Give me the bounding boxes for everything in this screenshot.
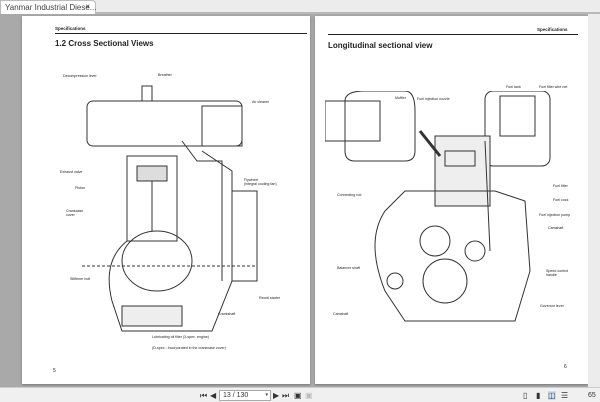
continuous-view-icon[interactable]: ▮ xyxy=(536,391,540,400)
document-viewer[interactable]: Specifications 1.2 Cross Sectional Views… xyxy=(0,14,600,387)
label-fuel-injection-pump: Fuel injection pump xyxy=(539,213,571,217)
navigation-toolbar: ⏮ ◀ 13 / 130 ▾ ▶ ⏭ ▣ ▣ ▯ ▮ ◫ ☰ 65 xyxy=(0,387,600,402)
header-rule xyxy=(328,34,578,35)
single-page-view-icon[interactable]: ▯ xyxy=(523,391,527,400)
page-number-input[interactable]: 13 / 130 ▾ xyxy=(219,390,271,401)
page-number-value: 13 / 130 xyxy=(223,392,249,399)
header-rule xyxy=(55,33,307,34)
label-connecting-rod: Connecting rod xyxy=(337,193,362,197)
two-page-view-icon[interactable]: ◫ xyxy=(548,391,556,400)
label-balancer-shaft: Balancer shaft xyxy=(337,266,360,270)
copy-icon[interactable]: ▣ xyxy=(294,391,302,400)
scroll-view-icon[interactable]: ☰ xyxy=(561,391,568,400)
label-muffler: Muffler xyxy=(395,96,406,100)
label-recoil-starter: Recoil starter xyxy=(259,296,281,300)
label-flywheel: Flywheel (integral cooling fan) xyxy=(244,178,277,186)
chevron-down-icon[interactable]: ▾ xyxy=(265,392,268,398)
page-title: 1.2 Cross Sectional Views xyxy=(55,39,154,48)
first-page-button[interactable]: ⏮ xyxy=(200,391,207,400)
zoom-level[interactable]: 65 xyxy=(588,391,596,400)
label-stiffener-bolt: Stiffener bolt xyxy=(70,277,91,281)
label-camshaft-bottom: Camshaft xyxy=(333,312,349,316)
vertical-scrollbar[interactable] xyxy=(588,14,600,387)
close-tab-icon[interactable]: × xyxy=(85,2,90,11)
label-camshaft-right: Camshaft xyxy=(548,226,564,230)
cross-section-diagram xyxy=(82,85,258,332)
label-governor-lever: Governor lever xyxy=(540,304,564,308)
longitudinal-section-diagram xyxy=(325,91,551,322)
next-page-button[interactable]: ▶ xyxy=(273,391,279,400)
label-air-cleaner: Air cleaner xyxy=(252,100,270,104)
paste-icon[interactable]: ▣ xyxy=(305,391,313,400)
label-exhaust-valve: Exhaust valve xyxy=(60,170,83,174)
label-breather: Breather xyxy=(158,73,172,77)
label-crankshaft: Crankshaft xyxy=(218,312,236,316)
tab-bar: Yanmar Industrial Diese... × xyxy=(0,0,600,14)
label-fuel-tank: Fuel tank xyxy=(506,85,521,89)
tab-title: Yanmar Industrial Diese... xyxy=(5,3,97,12)
label-speed-control-handle: Speed control handle xyxy=(546,269,569,277)
document-tab[interactable]: Yanmar Industrial Diese... × xyxy=(0,0,96,14)
label-oil-filter: Lubricating oil filter (3-spec. engine) xyxy=(152,335,209,339)
page-5: Specifications 1.2 Cross Sectional Views… xyxy=(22,16,310,384)
label-fuel-injection-nozzle: Fuel injection nozzle xyxy=(417,97,450,101)
label-crankcase-cover: Crankcase cover xyxy=(66,209,84,217)
page-number: 6 xyxy=(564,364,567,370)
previous-page-button[interactable]: ◀ xyxy=(210,391,216,400)
label-d-spec-note: (D-spec.: Incorporated in the crankcase … xyxy=(152,346,226,350)
page-header: Specifications xyxy=(537,27,568,32)
label-fuel-filter: Fuel filter xyxy=(553,184,568,188)
label-piston: Piston xyxy=(75,186,85,190)
label-decompression-lever: Decompression lever xyxy=(63,74,97,78)
page-number: 5 xyxy=(53,368,56,374)
page-title: Longitudinal sectional view xyxy=(328,41,433,50)
label-fuel-cock: Fuel cock xyxy=(553,198,569,202)
label-fuel-filter-wire-net: Fuel filter wire net xyxy=(539,85,568,89)
page-6: Specifications Longitudinal sectional vi… xyxy=(315,16,588,384)
page-header: Specifications xyxy=(55,26,86,31)
last-page-button[interactable]: ⏭ xyxy=(282,391,289,400)
